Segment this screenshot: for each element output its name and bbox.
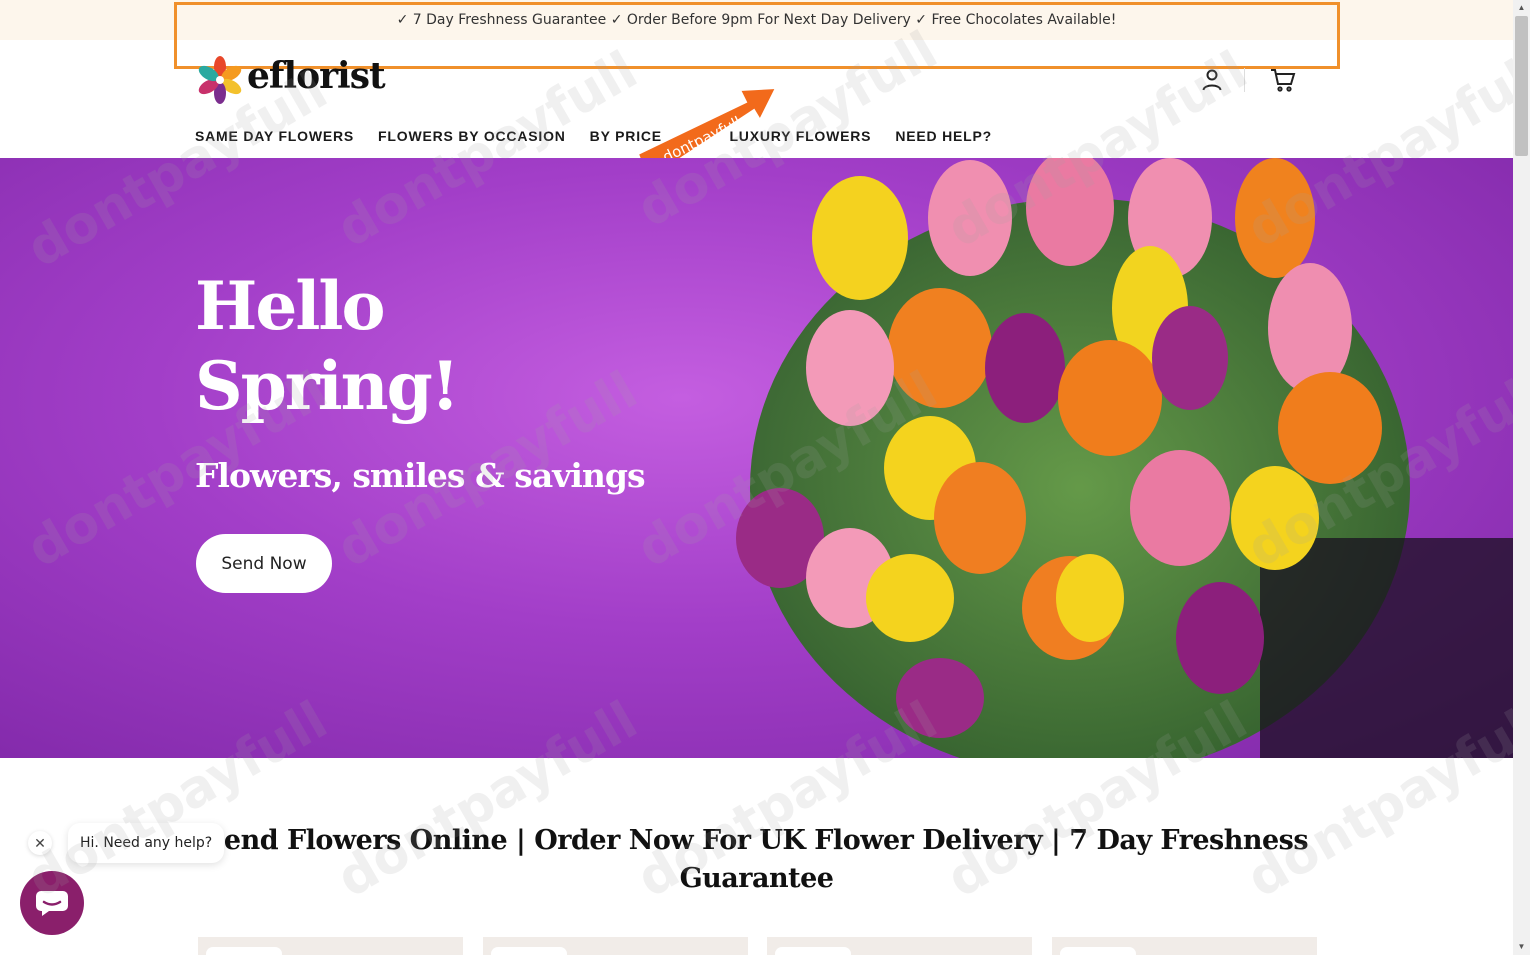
- product-badge: [775, 947, 851, 955]
- flower-logo-icon: [195, 54, 245, 104]
- close-icon[interactable]: ✕: [28, 831, 52, 855]
- hero-title-line1: Hello: [195, 267, 386, 345]
- scrollbar-thumb[interactable]: [1515, 16, 1528, 156]
- logo-text: eflorist: [247, 55, 386, 97]
- hero-banner: Hello Spring! Flowers, smiles & savings …: [0, 158, 1513, 758]
- main-nav: SAME DAY FLOWERS FLOWERS BY OCCASION BY …: [195, 128, 992, 144]
- product-card[interactable]: [198, 937, 463, 955]
- chat-greeting-text: Hi. Need any help?: [80, 835, 213, 851]
- hero-title-line2: Spring!: [195, 347, 460, 425]
- product-badge: [206, 947, 282, 955]
- scroll-up-arrow-icon[interactable]: ▲: [1513, 0, 1530, 16]
- product-badge: [1060, 947, 1136, 955]
- product-card[interactable]: [767, 937, 1032, 955]
- product-card[interactable]: [483, 937, 748, 955]
- chat-greeting-bubble[interactable]: Hi. Need any help?: [68, 823, 225, 863]
- header-divider: [1244, 68, 1245, 92]
- nav-item-same-day-flowers[interactable]: SAME DAY FLOWERS: [195, 128, 354, 144]
- scroll-down-arrow-icon[interactable]: ▼: [1513, 939, 1530, 955]
- product-badge: [491, 947, 567, 955]
- product-card[interactable]: [1052, 937, 1317, 955]
- account-icon[interactable]: [1200, 68, 1224, 92]
- nav-item-need-help[interactable]: NEED HELP?: [895, 128, 992, 144]
- cart-icon[interactable]: [1270, 68, 1296, 92]
- chat-launcher-button[interactable]: [20, 871, 84, 935]
- hero-subtitle: Flowers, smiles & savings: [195, 456, 646, 495]
- site-logo[interactable]: eflorist: [195, 54, 386, 104]
- hero-title: Hello Spring!: [195, 266, 595, 426]
- nav-item-flowers-by-occasion[interactable]: FLOWERS BY OCCASION: [378, 128, 566, 144]
- send-now-button[interactable]: Send Now: [196, 534, 332, 593]
- section-title: Send Flowers Online | Order Now For UK F…: [204, 825, 1309, 894]
- chat-icon: [36, 891, 68, 916]
- tulip-bouquet-image: [736, 158, 1513, 758]
